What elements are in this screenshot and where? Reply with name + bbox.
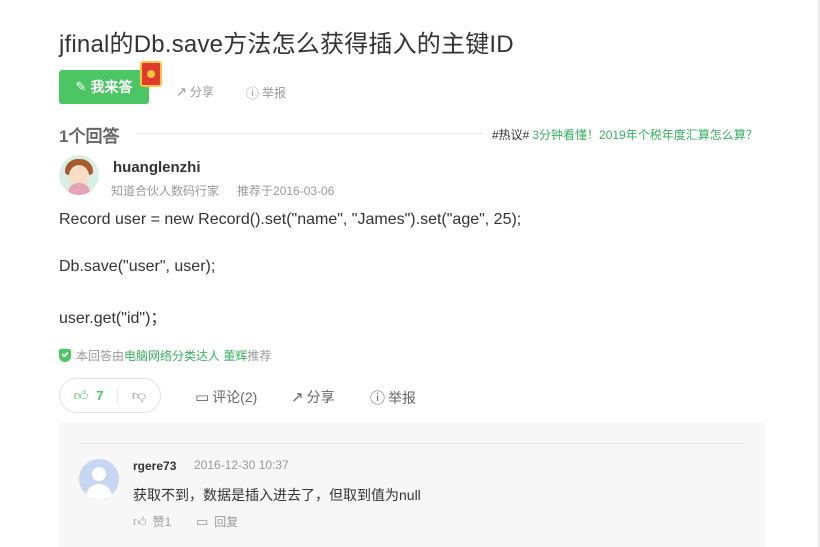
question-report-label: 举报 — [262, 86, 287, 100]
rec-suffix: 推荐 — [247, 349, 272, 363]
question-share-button[interactable]: ↗ 分享 — [176, 83, 214, 100]
answer-username[interactable]: huanglenzhi — [113, 159, 201, 176]
comment-username[interactable]: rgere73 — [133, 459, 176, 473]
divider — [138, 133, 483, 134]
comment-like-label: 赞1 — [152, 515, 172, 529]
comment-button[interactable]: ▭ 评论(2) — [195, 387, 257, 407]
answer-line-2: Db.save("user", user); — [59, 258, 216, 275]
rec-prefix: 本回答由 — [76, 349, 125, 363]
hot-topic[interactable]: #热议# 3分钟看懂！2019年个税年度汇算怎么算？ — [492, 126, 758, 143]
user-title: 知道合伙人数码行家 — [111, 184, 220, 198]
hot-tag: #热议# — [492, 128, 530, 142]
comment-panel: rgere73 2016-12-30 10:37 获取不到，数据是插入进去了，但… — [59, 423, 765, 547]
comment-reply-button[interactable]: ▭ 回复 — [196, 513, 238, 530]
thumbs-up-icon: 👍︎ — [133, 513, 147, 529]
share-icon: ↗ — [291, 389, 304, 406]
dislike-button[interactable]: 👎︎ — [118, 387, 160, 404]
answer-count: 1个回答 — [59, 127, 120, 146]
comment-avatar[interactable] — [79, 459, 119, 499]
comment-reply-label: 回复 — [214, 515, 239, 529]
comment-like-button[interactable]: 👍︎ 赞1 — [133, 513, 171, 530]
reply-icon: ▭ — [196, 513, 209, 529]
answer-button-label: 我来答 — [90, 79, 133, 95]
vote-box: 👍︎ 7 👎︎ — [59, 378, 161, 413]
shield-check-icon — [59, 349, 71, 362]
red-envelope-icon[interactable] — [140, 61, 162, 87]
edit-icon: ✎ — [75, 79, 87, 94]
avatar[interactable] — [59, 155, 99, 195]
answer-meta: 知道合伙人数码行家 推荐于2016-03-06 — [111, 182, 334, 199]
comment-label: 评论(2) — [212, 389, 258, 405]
thumbs-up-icon: 👍︎ — [73, 387, 89, 403]
comment-text: 获取不到，数据是插入进去了，但取到值为null — [133, 487, 421, 503]
rec-by-link[interactable]: 电脑网络分类达人 董辉 — [124, 347, 247, 364]
answer-report-button[interactable]: ⓘ 举报 — [370, 387, 416, 408]
divider — [80, 443, 745, 444]
answer-line-3: user.get("id")； — [59, 310, 167, 327]
answer-line-1: Record user = new Record().set("name", "… — [59, 211, 522, 228]
recommended-date: 推荐于2016-03-06 — [237, 184, 335, 198]
answer-report-label: 举报 — [388, 389, 417, 406]
thumbs-down-icon: 👎︎ — [131, 387, 147, 403]
hot-topic-link[interactable]: 3分钟看懂！2019年个税年度汇算怎么算？ — [532, 128, 757, 142]
like-count: 7 — [96, 388, 104, 403]
answer-share-label: 分享 — [306, 389, 335, 405]
comment-time: 2016-12-30 10:37 — [194, 458, 289, 472]
answer-button[interactable]: ✎ 我来答 — [59, 70, 149, 104]
question-report-button[interactable]: ⓘ 举报 — [246, 83, 286, 102]
recommendation-note: 本回答由 电脑网络分类达人 董辉 推荐 — [59, 347, 271, 364]
report-icon: ⓘ — [246, 86, 260, 101]
share-icon: ↗ — [176, 83, 187, 99]
comment-icon: ▭ — [195, 389, 210, 406]
answer-share-button[interactable]: ↗ 分享 — [291, 387, 335, 407]
question-title: jfinal的Db.save方法怎么获得插入的主键ID — [59, 31, 514, 58]
question-share-label: 分享 — [189, 85, 214, 99]
report-icon: ⓘ — [370, 390, 386, 407]
like-button[interactable]: 👍︎ 7 — [60, 387, 118, 404]
